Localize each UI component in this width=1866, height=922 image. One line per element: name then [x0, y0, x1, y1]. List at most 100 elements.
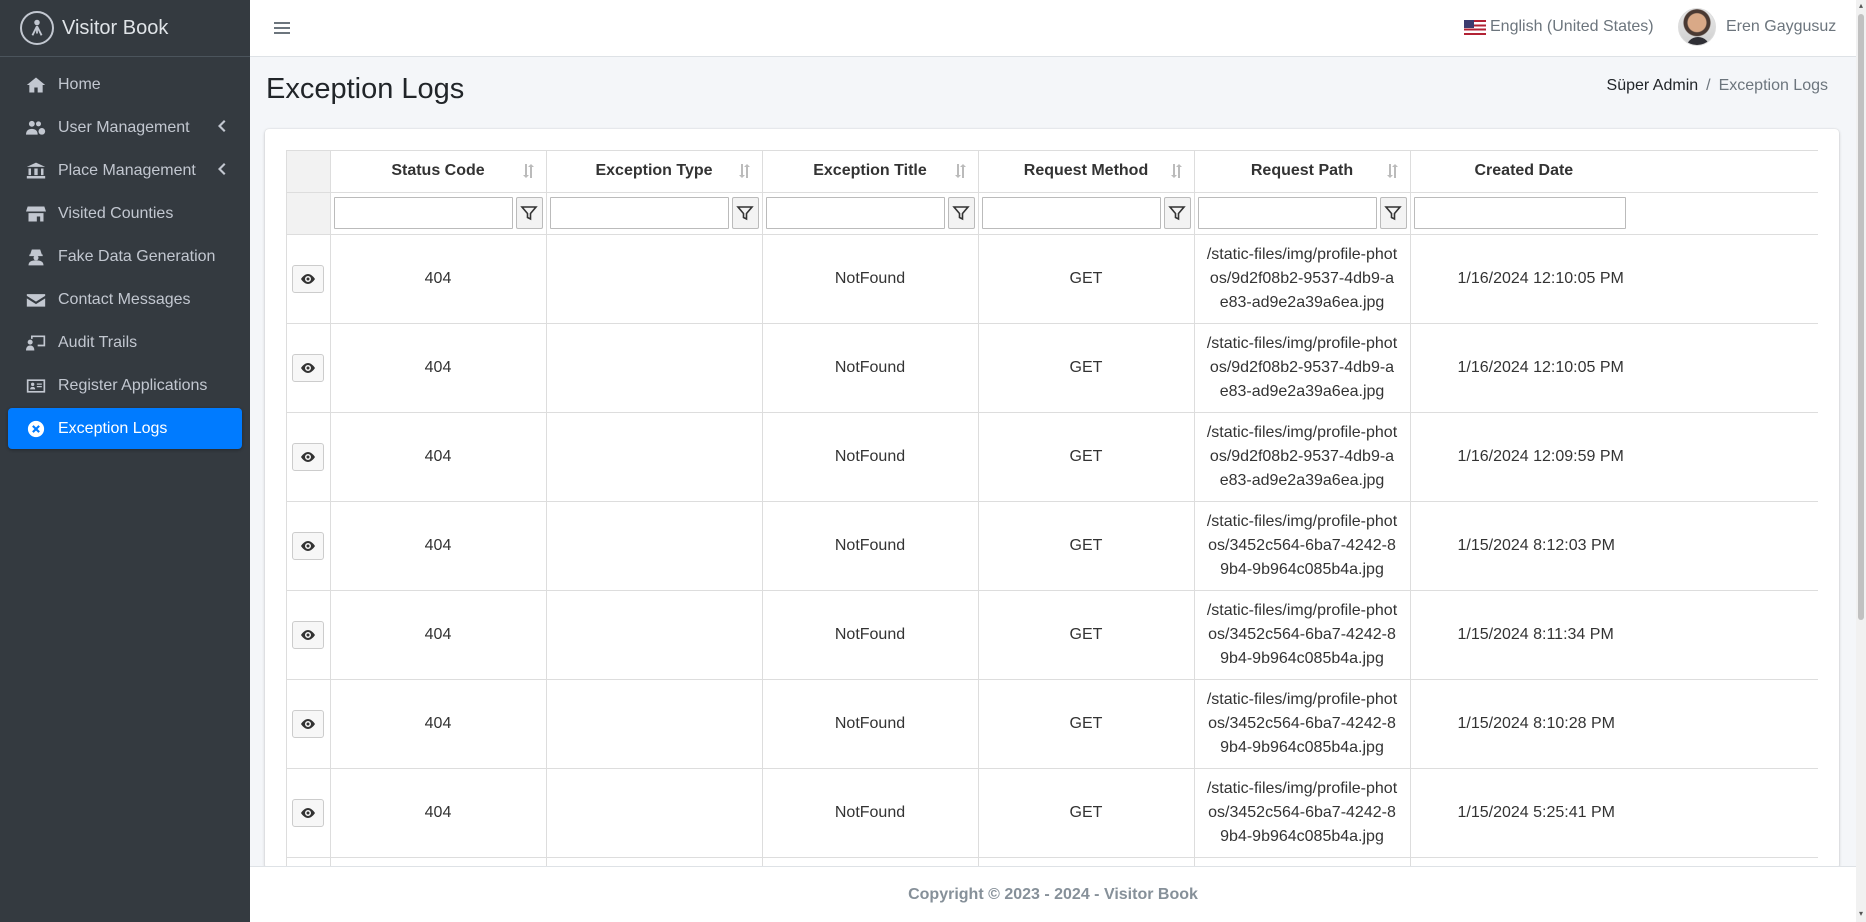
sidebar-item-label: Contact Messages — [58, 290, 191, 308]
header-exception-title[interactable]: Exception Title — [762, 151, 979, 193]
sidebar-item-home[interactable]: Home — [8, 64, 242, 105]
cell-exception-type — [546, 679, 763, 769]
filter-icon[interactable] — [1379, 197, 1407, 229]
view-button[interactable] — [292, 709, 325, 738]
header-status-code[interactable]: Status Code — [330, 151, 547, 193]
filter-icon[interactable] — [515, 197, 543, 229]
user-secret-icon — [24, 247, 48, 267]
view-button[interactable] — [292, 353, 325, 382]
cell-exception-title: NotFound — [762, 768, 979, 858]
filter-actions-cell — [287, 192, 331, 235]
cell-exception-title: NotFound — [762, 590, 979, 680]
header-request-method[interactable]: Request Method — [978, 151, 1195, 193]
sidebar-item-fake-data-generation[interactable]: Fake Data Generation — [8, 236, 242, 277]
cell-request-method: GET — [978, 412, 1195, 502]
breadcrumb-item-super-admin[interactable]: Süper Admin — [1607, 77, 1699, 95]
row-actions — [287, 768, 331, 858]
table-row: 404 NotFound GET /static-files/img/profi… — [287, 323, 1818, 413]
cell-exception-type — [546, 590, 763, 680]
header-label: Created Date — [1474, 162, 1574, 180]
filter-request-path — [1194, 192, 1411, 235]
view-button[interactable] — [292, 442, 325, 471]
filter-input[interactable] — [333, 197, 513, 229]
row-actions — [287, 679, 331, 769]
sidebar-item-label: Register Applications — [58, 376, 208, 394]
chevron-left-icon — [216, 162, 226, 176]
view-button[interactable] — [292, 798, 325, 827]
sidebar-nav: Home User Management Place Management Vi… — [0, 57, 250, 458]
scroll-thumb[interactable] — [1858, 14, 1864, 620]
sort-icon[interactable] — [954, 163, 968, 179]
header-created-date[interactable]: Created Date — [1410, 151, 1818, 193]
user-menu[interactable]: Eren Gaygusuz — [1678, 8, 1836, 46]
sidebar-item-audit-trails[interactable]: Audit Trails — [8, 322, 242, 363]
cell-status-code: 404 — [330, 768, 547, 858]
page-scrollbar[interactable]: ▴ ▾ — [1856, 0, 1866, 922]
cell-status-code: 404 — [330, 323, 547, 413]
chalkboard-user-icon — [24, 333, 48, 353]
cell-exception-title: NotFound — [762, 501, 979, 591]
cell-created-date: 1/15/2024 8:12:03 PM — [1410, 501, 1818, 591]
table-body: 404 NotFound GET /static-files/img/profi… — [287, 234, 1818, 869]
filter-input[interactable] — [1197, 197, 1377, 229]
data-grid[interactable]: Status Code Exception Type Exception Tit… — [286, 150, 1818, 869]
eye-icon — [301, 540, 316, 551]
table-row: 404 NotFound GET /static-files/img/profi… — [287, 234, 1818, 324]
header-request-path[interactable]: Request Path — [1194, 151, 1411, 193]
sort-icon[interactable] — [1170, 163, 1184, 179]
sidebar-item-label: Exception Logs — [58, 419, 168, 437]
filter-input[interactable] — [981, 197, 1161, 229]
header-exception-type[interactable]: Exception Type — [546, 151, 763, 193]
landmark-icon — [24, 161, 48, 181]
sidebar-item-register-applications[interactable]: Register Applications — [8, 365, 242, 406]
exception-logs-table: Status Code Exception Type Exception Tit… — [287, 151, 1818, 869]
header-row: Status Code Exception Type Exception Tit… — [287, 151, 1818, 193]
filter-icon[interactable] — [1163, 197, 1191, 229]
footer: Copyright © 2023 - 2024 - Visitor Book — [250, 866, 1856, 922]
scroll-down-icon[interactable]: ▾ — [1857, 910, 1865, 918]
cell-exception-type — [546, 501, 763, 591]
view-button[interactable] — [292, 620, 325, 649]
sidebar-item-user-management[interactable]: User Management — [8, 107, 242, 148]
row-actions — [287, 234, 331, 324]
view-button[interactable] — [292, 264, 325, 293]
view-button[interactable] — [292, 531, 325, 560]
sort-icon[interactable] — [1386, 163, 1400, 179]
scroll-up-icon[interactable]: ▴ — [1857, 2, 1865, 10]
sidebar-item-contact-messages[interactable]: Contact Messages — [8, 279, 242, 320]
filter-input[interactable] — [1413, 197, 1626, 229]
home-icon — [24, 75, 48, 95]
user-name: Eren Gaygusuz — [1726, 18, 1837, 35]
filter-icon[interactable] — [947, 197, 975, 229]
content-header: Exception Logs Süper Admin / Exception L… — [250, 57, 1856, 127]
filter-icon[interactable] — [731, 197, 759, 229]
filter-request-method — [978, 192, 1195, 235]
filter-input[interactable] — [765, 197, 945, 229]
menu-toggle-icon[interactable] — [272, 18, 292, 38]
cell-created-date: 1/15/2024 8:10:28 PM — [1410, 679, 1818, 769]
cell-created-date: 1/15/2024 5:25:41 PM — [1410, 768, 1818, 858]
sidebar-item-place-management[interactable]: Place Management — [8, 150, 242, 191]
sidebar-item-exception-logs[interactable]: Exception Logs — [8, 408, 242, 449]
copyright-text: Copyright © 2023 - 2024 - Visitor Book — [908, 885, 1198, 903]
filter-exception-title — [762, 192, 979, 235]
sort-icon[interactable] — [522, 163, 536, 179]
eye-icon — [301, 629, 316, 640]
filter-row — [287, 192, 1818, 235]
language-selector[interactable]: English (United States) — [1464, 18, 1654, 36]
cell-request-path: /static-files/img/profile-photos/3452c56… — [1194, 679, 1411, 769]
sort-icon[interactable] — [738, 163, 752, 179]
filter-input[interactable] — [549, 197, 729, 229]
sidebar-item-label: Audit Trails — [58, 333, 138, 351]
page-title: Exception Logs — [266, 73, 465, 105]
eye-icon — [301, 718, 316, 729]
sidebar-item-visited-counties[interactable]: Visited Counties — [8, 193, 242, 234]
top-navbar: English (United States) Eren Gaygusuz — [250, 0, 1856, 57]
cell-exception-type — [546, 768, 763, 858]
table-row: 404 NotFound GET /static-files/img/profi… — [287, 501, 1818, 591]
cell-exception-type — [546, 234, 763, 324]
cell-exception-title: NotFound — [762, 323, 979, 413]
row-actions — [287, 323, 331, 413]
brand-link[interactable]: Visitor Book — [0, 0, 250, 57]
cell-exception-title: NotFound — [762, 679, 979, 769]
